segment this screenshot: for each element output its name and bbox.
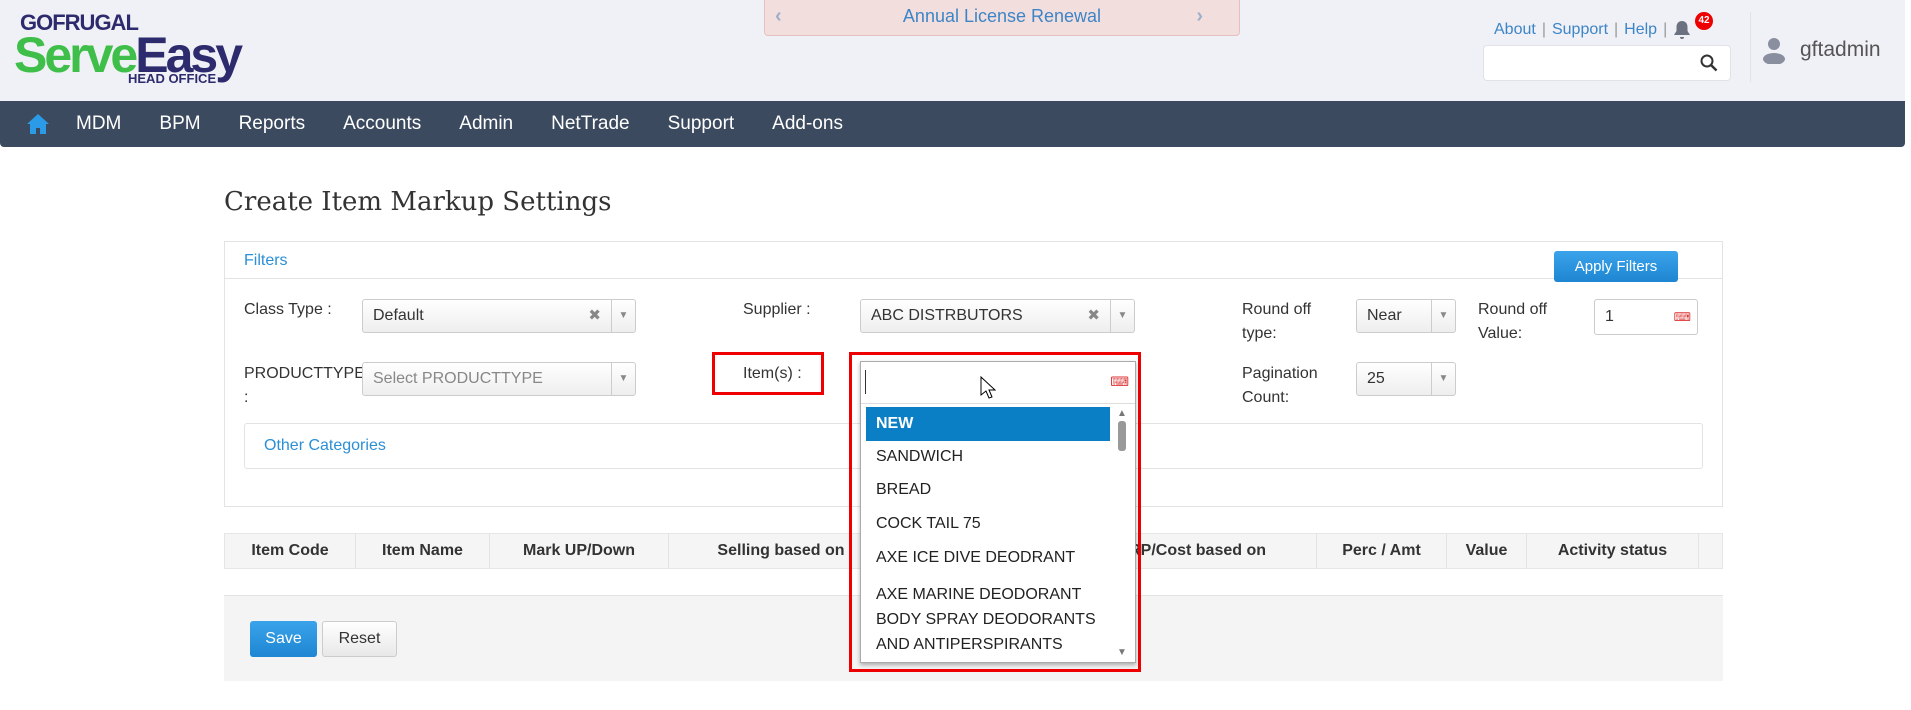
logo-part: Serve bbox=[14, 27, 138, 83]
global-search-input[interactable] bbox=[1483, 45, 1731, 81]
text-cursor bbox=[865, 370, 866, 394]
chevron-right-icon[interactable]: › bbox=[1196, 0, 1203, 32]
divider bbox=[1750, 12, 1751, 82]
scroll-down-icon[interactable]: ▼ bbox=[1116, 647, 1128, 658]
apply-filters-button[interactable]: Apply Filters bbox=[1554, 251, 1678, 282]
dropdown-option[interactable]: BREAD bbox=[866, 479, 1110, 501]
supplier-label: Supplier : bbox=[743, 301, 811, 318]
bell-icon[interactable] bbox=[1673, 20, 1691, 40]
other-categories-link[interactable]: Other Categories bbox=[264, 437, 386, 454]
col-item-code[interactable]: Item Code bbox=[225, 534, 356, 568]
search-icon[interactable] bbox=[1700, 54, 1718, 72]
chevron-down-icon[interactable]: ▼ bbox=[1431, 363, 1455, 395]
label-line: Round off bbox=[1478, 301, 1548, 318]
col-activity-status[interactable]: Activity status bbox=[1527, 534, 1699, 568]
scrollbar[interactable]: ▲ ▼ bbox=[1116, 408, 1128, 658]
top-links: About | Support | Help | bbox=[1494, 20, 1691, 40]
announcement-banner[interactable]: ‹ Annual License Renewal › bbox=[764, 0, 1240, 36]
scrollbar-thumb[interactable] bbox=[1118, 421, 1126, 451]
label-line: Pagination bbox=[1242, 365, 1318, 382]
nav-accounts[interactable]: Accounts bbox=[343, 113, 421, 135]
chevron-down-icon[interactable]: ▼ bbox=[611, 363, 635, 395]
round-off-type-select[interactable]: Near ▼ bbox=[1356, 299, 1456, 333]
nav-nettrade[interactable]: NetTrade bbox=[551, 113, 630, 135]
reset-button[interactable]: Reset bbox=[322, 621, 397, 657]
option-line: AXE MARINE DEODORANT bbox=[876, 586, 1082, 603]
nav-mdm[interactable]: MDM bbox=[76, 113, 121, 135]
scroll-up-icon[interactable]: ▲ bbox=[1116, 408, 1128, 419]
input-value: 1 bbox=[1605, 308, 1614, 325]
option-line: AND ANTIPERSPIRANTS bbox=[876, 636, 1063, 653]
label-line: Round off bbox=[1242, 301, 1312, 318]
round-off-type-label: Round off type: bbox=[1242, 298, 1311, 346]
supplier-value: ABC DISTRBUTORS bbox=[871, 307, 1023, 324]
nav-bpm[interactable]: BPM bbox=[159, 113, 200, 135]
items-label: Item(s) : bbox=[743, 365, 802, 382]
app-header: GOFRUGAL ServeEasy HEAD OFFICE ‹ Annual … bbox=[0, 0, 1905, 101]
label-line: Count: bbox=[1242, 389, 1290, 406]
class-type-label: Class Type : bbox=[244, 301, 332, 318]
col-value[interactable]: Value bbox=[1447, 534, 1527, 568]
col-mark-up-down[interactable]: Mark UP/Down bbox=[490, 534, 669, 568]
chevron-down-icon[interactable]: ▼ bbox=[1431, 300, 1455, 332]
chevron-down-icon[interactable]: ▼ bbox=[611, 300, 635, 332]
keyboard-icon[interactable]: ⌨ bbox=[1110, 374, 1129, 390]
class-type-value: Default bbox=[373, 307, 424, 324]
keyboard-icon[interactable]: ⌨ bbox=[1674, 300, 1691, 334]
option-line: BODY SPRAY DEODORANTS bbox=[876, 611, 1096, 628]
divider: | bbox=[1663, 21, 1668, 38]
dropdown-option[interactable]: COCK TAIL 75 bbox=[866, 513, 1110, 535]
divider: | bbox=[1541, 21, 1546, 38]
dropdown-option[interactable]: SANDWICH bbox=[866, 446, 1110, 468]
dropdown-option[interactable]: AXE MARINE DEODORANT BODY SPRAY DEODORANT… bbox=[866, 582, 1110, 657]
mouse-cursor-icon bbox=[980, 376, 996, 399]
divider: | bbox=[1614, 21, 1619, 38]
chevron-down-icon[interactable]: ▼ bbox=[1110, 300, 1134, 332]
col-item-name[interactable]: Item Name bbox=[356, 534, 490, 568]
supplier-select[interactable]: ABC DISTRBUTORS ✖ ▼ bbox=[860, 299, 1135, 333]
dropdown-option-selected[interactable]: NEW bbox=[866, 407, 1110, 441]
pagination-count-label: Pagination Count: bbox=[1242, 362, 1318, 410]
main-nav: MDM BPM Reports Accounts Admin NetTrade … bbox=[0, 101, 1905, 147]
about-link[interactable]: About bbox=[1494, 21, 1536, 39]
producttype-select[interactable]: Select PRODUCTTYPE ▼ bbox=[362, 362, 636, 396]
class-type-select[interactable]: Default ✖ ▼ bbox=[362, 299, 636, 333]
chevron-left-icon[interactable]: ‹ bbox=[775, 0, 782, 32]
label-line: : bbox=[244, 389, 249, 406]
label-line: Value: bbox=[1478, 325, 1523, 342]
nav-support[interactable]: Support bbox=[668, 113, 735, 135]
dropdown-option[interactable]: AXE ICE DIVE DEODRANT bbox=[866, 547, 1110, 569]
support-link[interactable]: Support bbox=[1552, 21, 1608, 39]
pagination-count-select[interactable]: 25 ▼ bbox=[1356, 362, 1456, 396]
page-title: Create Item Markup Settings bbox=[224, 187, 612, 217]
round-off-value-input[interactable]: 1 ⌨ bbox=[1594, 299, 1698, 335]
username[interactable]: gftadmin bbox=[1800, 38, 1881, 62]
logo-sub: HEAD OFFICE bbox=[128, 71, 217, 86]
banner-text[interactable]: Annual License Renewal bbox=[903, 6, 1101, 26]
save-button[interactable]: Save bbox=[250, 621, 317, 657]
user-icon[interactable] bbox=[1762, 36, 1786, 64]
col-perc-amt[interactable]: Perc / Amt bbox=[1317, 534, 1447, 568]
label-line: PRODUCTTYPE bbox=[244, 365, 365, 382]
nav-addons[interactable]: Add-ons bbox=[772, 113, 843, 135]
round-off-type-value: Near bbox=[1367, 307, 1402, 324]
home-icon[interactable] bbox=[26, 112, 50, 136]
notification-badge: 42 bbox=[1695, 12, 1713, 30]
label-line: type: bbox=[1242, 325, 1277, 342]
round-off-value-label: Round off Value: bbox=[1478, 298, 1547, 346]
producttype-placeholder: Select PRODUCTTYPE bbox=[373, 370, 543, 387]
divider bbox=[224, 278, 1723, 279]
clear-icon[interactable]: ✖ bbox=[588, 300, 601, 332]
filters-heading[interactable]: Filters bbox=[244, 252, 288, 270]
help-link[interactable]: Help bbox=[1624, 21, 1657, 39]
nav-admin[interactable]: Admin bbox=[459, 113, 513, 135]
producttype-label: PRODUCTTYPE: bbox=[244, 362, 365, 410]
items-search-input[interactable]: ⌨ bbox=[861, 362, 1135, 404]
clear-icon[interactable]: ✖ bbox=[1087, 300, 1100, 332]
pagination-value: 25 bbox=[1367, 370, 1385, 387]
nav-reports[interactable]: Reports bbox=[239, 113, 306, 135]
